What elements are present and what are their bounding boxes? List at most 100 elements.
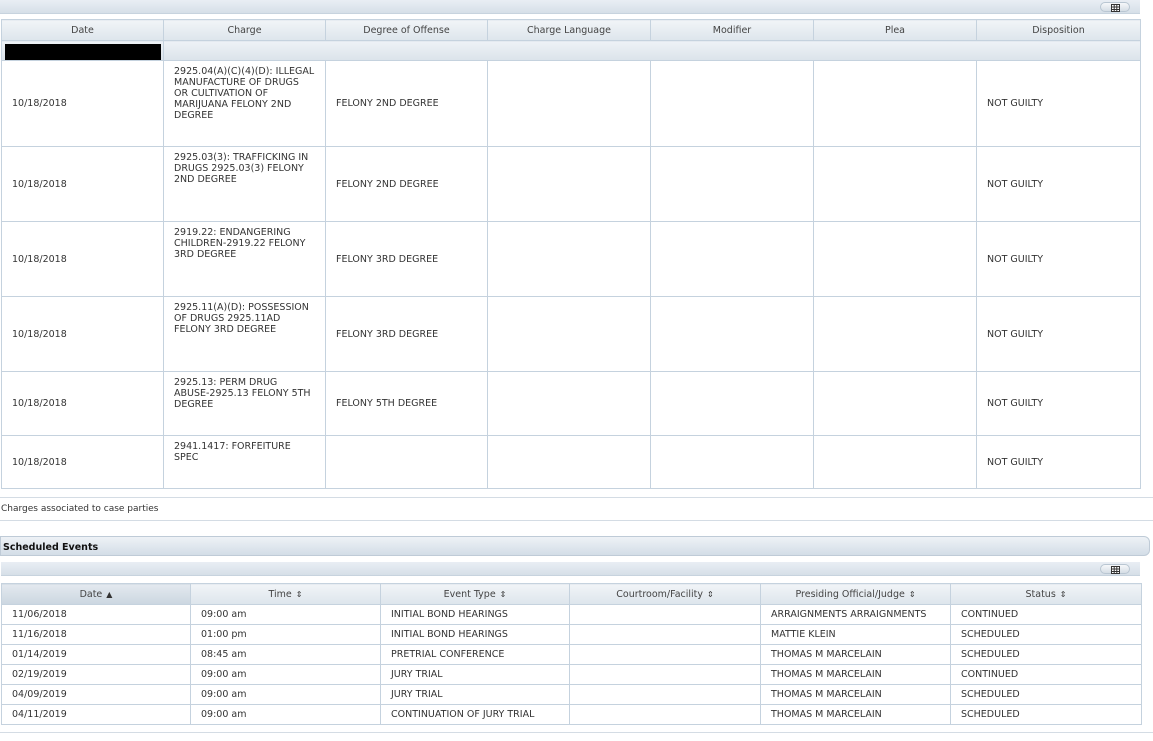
grid-icon	[1111, 4, 1120, 12]
cell-modifier	[650, 221, 814, 297]
column-chooser-button[interactable]	[1100, 564, 1130, 574]
sort-icon: ⇕	[295, 589, 303, 599]
cell-degree: FELONY 2ND DEGREE	[325, 146, 488, 222]
cell-degree: FELONY 3RD DEGREE	[325, 296, 488, 372]
cell-date: 10/18/2018	[1, 371, 164, 436]
column-chooser-button[interactable]	[1100, 2, 1130, 12]
cell-degree	[325, 435, 488, 489]
cell-language	[487, 371, 651, 436]
cell-modifier	[650, 146, 814, 222]
sort-icon: ⇕	[707, 589, 714, 599]
cell-date: 04/11/2019	[1, 704, 191, 725]
cell-event-type: CONTINUATION OF JURY TRIAL	[380, 704, 570, 725]
cell-modifier	[650, 60, 814, 147]
table-row: 10/18/2018 2941.1417: FORFEITURE SPEC NO…	[1, 435, 1141, 489]
cell-modifier	[650, 435, 814, 489]
cell-charge: 2925.04(A)(C)(4)(D): ILLEGAL MANUFACTURE…	[163, 60, 326, 147]
cell-time: 09:00 am	[190, 604, 381, 625]
cell-date: 10/18/2018	[1, 60, 164, 147]
col-header-plea[interactable]: Plea	[813, 19, 977, 41]
col-header-courtroom[interactable]: Courtroom/Facility ⇕	[569, 583, 761, 605]
cell-event-type: JURY TRIAL	[380, 664, 570, 685]
cell-plea	[813, 296, 977, 372]
cell-charge: 2925.11(A)(D): POSSESSION OF DRUGS 2925.…	[163, 296, 326, 372]
cell-event-type: INITIAL BOND HEARINGS	[380, 604, 570, 625]
col-header-event-type[interactable]: Event Type ⇕	[380, 583, 570, 605]
cell-disposition: NOT GUILTY	[976, 221, 1141, 297]
col-header-modifier[interactable]: Modifier	[650, 19, 814, 41]
col-header-charge[interactable]: Charge	[163, 19, 326, 41]
cell-judge: ARRAIGNMENTS ARRAIGNMENTS	[760, 604, 951, 625]
table-row[interactable]: 01/14/2019 08:45 am PRETRIAL CONFERENCE …	[1, 644, 1142, 665]
cell-modifier	[650, 296, 814, 372]
cell-status: SCHEDULED	[950, 684, 1142, 705]
cell-courtroom	[569, 684, 761, 705]
cell-time: 09:00 am	[190, 684, 381, 705]
table-row[interactable]: 11/16/2018 01:00 pm INITIAL BOND HEARING…	[1, 624, 1142, 645]
cell-status: SCHEDULED	[950, 704, 1142, 725]
cell-courtroom	[569, 664, 761, 685]
sort-ascending-icon: ▲	[106, 589, 113, 599]
cell-disposition: NOT GUILTY	[976, 296, 1141, 372]
cell-degree: FELONY 3RD DEGREE	[325, 221, 488, 297]
scheduled-events-header[interactable]: Scheduled Events	[0, 536, 1150, 556]
cell-date: 04/09/2019	[1, 684, 191, 705]
cell-date: 10/18/2018	[1, 435, 164, 489]
cell-date: 02/19/2019	[1, 664, 191, 685]
col-header-judge[interactable]: Presiding Official/Judge ⇕	[760, 583, 951, 605]
cell-event-type: PRETRIAL CONFERENCE	[380, 644, 570, 665]
cell-judge: THOMAS M MARCELAIN	[760, 664, 951, 685]
events-toolbar	[1, 562, 1140, 576]
col-header-degree[interactable]: Degree of Offense	[325, 19, 488, 41]
cell-date: 10/18/2018	[1, 221, 164, 297]
cell-judge: MATTIE KLEIN	[760, 624, 951, 645]
cell-time: 09:00 am	[190, 704, 381, 725]
table-row[interactable]: 04/11/2019 09:00 am CONTINUATION OF JURY…	[1, 704, 1142, 725]
cell-plea	[813, 221, 977, 297]
cell-charge: 2925.03(3): TRAFFICKING IN DRUGS 2925.03…	[163, 146, 326, 222]
table-row: 10/18/2018 2925.13: PERM DRUG ABUSE-2925…	[1, 371, 1141, 436]
cell-charge: 2925.13: PERM DRUG ABUSE-2925.13 FELONY …	[163, 371, 326, 436]
cell-disposition: NOT GUILTY	[976, 60, 1141, 147]
col-header-status[interactable]: Status ⇕	[950, 583, 1142, 605]
charges-footnote: Charges associated to case parties	[1, 504, 159, 514]
cell-language	[487, 435, 651, 489]
cell-plea	[813, 60, 977, 147]
sort-icon: ⇕	[499, 589, 507, 599]
cell-plea	[813, 146, 977, 222]
table-row[interactable]: 04/09/2019 09:00 am JURY TRIAL THOMAS M …	[1, 684, 1142, 705]
cell-judge: THOMAS M MARCELAIN	[760, 644, 951, 665]
charges-table: Date Charge Degree of Offense Charge Lan…	[1, 19, 1141, 489]
col-header-language[interactable]: Charge Language	[487, 19, 651, 41]
cell-time: 01:00 pm	[190, 624, 381, 645]
cell-date: 11/06/2018	[1, 604, 191, 625]
cell-disposition: NOT GUILTY	[976, 146, 1141, 222]
sort-icon: ⇕	[1059, 589, 1067, 599]
sort-icon: ⇕	[908, 589, 916, 599]
table-row[interactable]: 02/19/2019 09:00 am JURY TRIAL THOMAS M …	[1, 664, 1142, 685]
cell-courtroom	[569, 604, 761, 625]
table-row[interactable]: 11/06/2018 09:00 am INITIAL BOND HEARING…	[1, 604, 1142, 625]
group-row	[1, 40, 1141, 61]
cell-event-type: INITIAL BOND HEARINGS	[380, 624, 570, 645]
table-row: 10/18/2018 2925.11(A)(D): POSSESSION OF …	[1, 296, 1141, 372]
col-header-time[interactable]: Time ⇕	[190, 583, 381, 605]
cell-event-type: JURY TRIAL	[380, 684, 570, 705]
cell-disposition: NOT GUILTY	[976, 435, 1141, 489]
cell-judge: THOMAS M MARCELAIN	[760, 704, 951, 725]
col-header-date[interactable]: Date ▲	[1, 583, 191, 605]
divider	[0, 520, 1153, 521]
table-row: 10/18/2018 2925.04(A)(C)(4)(D): ILLEGAL …	[1, 60, 1141, 147]
cell-disposition: NOT GUILTY	[976, 371, 1141, 436]
cell-modifier	[650, 371, 814, 436]
col-header-date[interactable]: Date	[1, 19, 164, 41]
charges-toolbar	[0, 0, 1140, 14]
col-header-disposition[interactable]: Disposition	[976, 19, 1141, 41]
cell-courtroom	[569, 704, 761, 725]
divider	[0, 732, 1153, 733]
cell-time: 08:45 am	[190, 644, 381, 665]
table-row: 10/18/2018 2919.22: ENDANGERING CHILDREN…	[1, 221, 1141, 297]
cell-language	[487, 296, 651, 372]
cell-date: 10/18/2018	[1, 296, 164, 372]
cell-status: CONTINUED	[950, 664, 1142, 685]
